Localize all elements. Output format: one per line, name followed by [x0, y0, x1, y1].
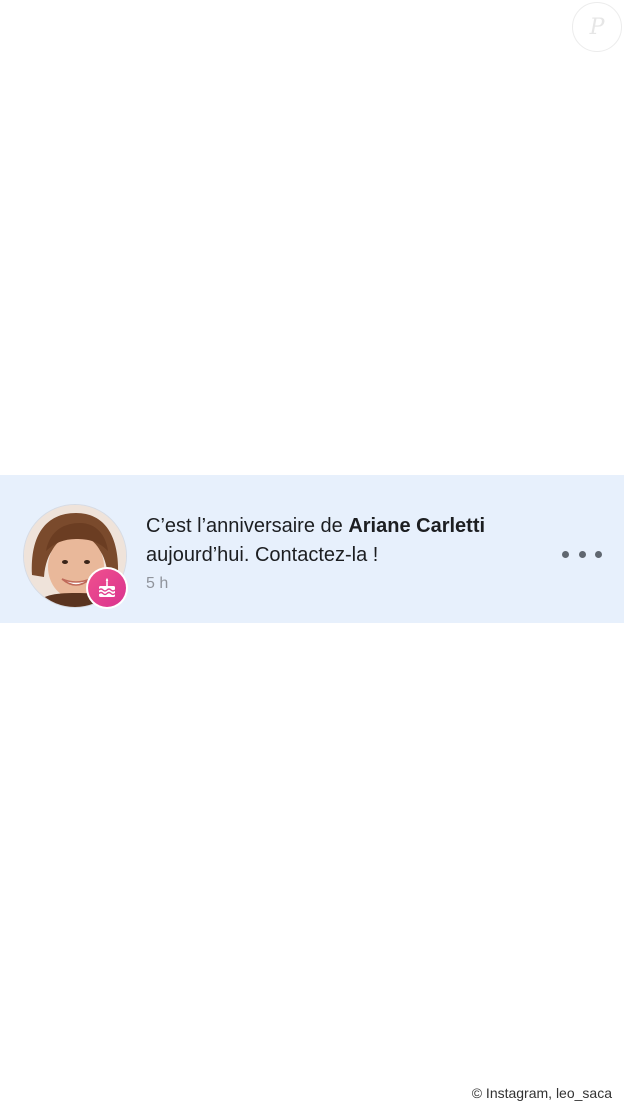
message-prefix: C’est l’anniversaire de — [146, 515, 349, 537]
watermark-logo: P — [572, 2, 622, 52]
more-options-button[interactable] — [562, 543, 602, 565]
notification-message: C’est l’anniversaire de Ariane Carletti … — [146, 512, 556, 570]
birthday-cake-icon — [98, 578, 116, 597]
more-horizontal-icon — [578, 550, 586, 558]
birthday-badge — [86, 567, 128, 609]
birthday-notification[interactable]: C’est l’anniversaire de Ariane Carletti … — [0, 475, 624, 623]
person-name[interactable]: Ariane Carletti — [348, 515, 485, 537]
message-suffix: aujourd’hui. Contactez-la ! — [146, 544, 379, 566]
photo-credit: © Instagram, leo_saca — [471, 1085, 612, 1101]
notification-timestamp: 5 h — [146, 575, 169, 592]
watermark-letter: P — [589, 14, 605, 40]
more-horizontal-icon — [595, 550, 602, 558]
avatar-container[interactable] — [23, 504, 128, 609]
more-horizontal-icon — [562, 550, 569, 558]
notification-text-block[interactable]: C’est l’anniversaire de Ariane Carletti … — [146, 512, 556, 593]
